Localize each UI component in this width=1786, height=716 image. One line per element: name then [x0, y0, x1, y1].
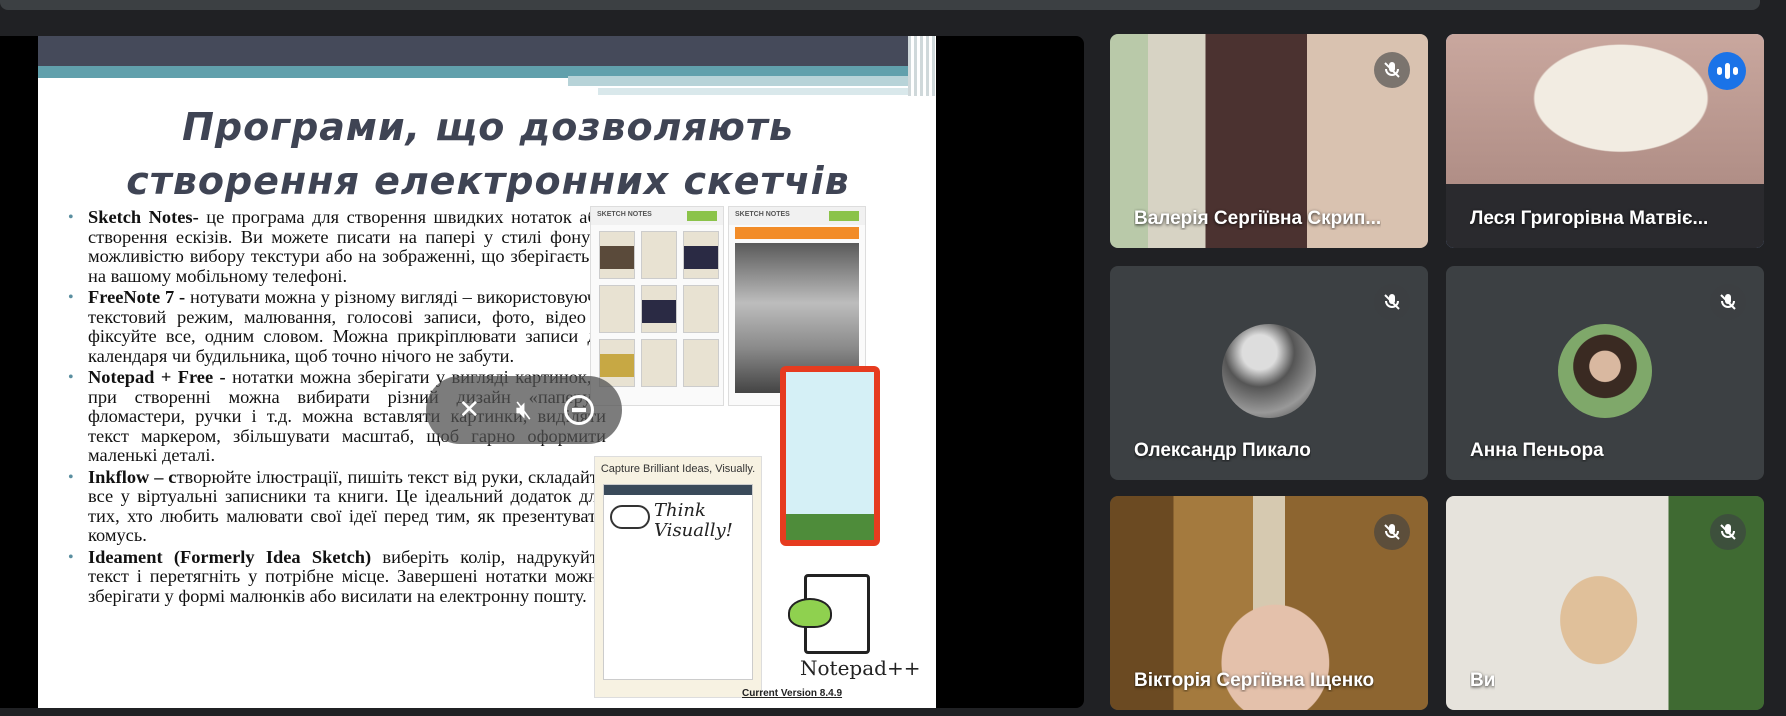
participant-tile[interactable]: Валерія Сергіївна Скрип...	[1110, 34, 1428, 248]
pin-off-icon[interactable]: ✕	[454, 395, 484, 425]
remove-icon[interactable]	[563, 395, 594, 425]
presentation-hover-controls: ✕ 🔇︎	[426, 376, 622, 444]
bullet-item: FreeNote 7 - нотувати можна у різному ви…	[66, 287, 606, 366]
note-thumbnail	[641, 231, 677, 279]
app-toolbar	[735, 227, 859, 239]
presentation-stage: Програми, що дозволяють створення електр…	[0, 36, 1084, 708]
slide-title-line: створення електронних скетчів	[126, 159, 850, 203]
participant-tile[interactable]: Олександр Пикало	[1110, 266, 1428, 480]
presentation-slide: Програми, що дозволяють створення електр…	[38, 36, 936, 708]
slide-header-band	[568, 76, 936, 86]
bullet-item: Sketch Notes- це програма для створення …	[66, 207, 606, 286]
think-visually-text: Think Visually!	[654, 500, 733, 541]
app-header: SKETCH NOTES	[591, 207, 723, 225]
avatar	[1558, 324, 1652, 418]
mute-speaker-icon[interactable]: 🔇︎	[509, 395, 539, 425]
participant-tile[interactable]: Анна Пеньора	[1446, 266, 1764, 480]
participant-name: Леся Григорівна Матвіє...	[1470, 208, 1709, 229]
sketchnotes-screenshot: SKETCH NOTES	[590, 206, 724, 406]
note-thumbnail	[599, 285, 635, 333]
inkflow-card: Capture Brilliant Ideas, Visually. Think…	[594, 456, 762, 698]
note-thumbnail	[683, 231, 719, 279]
participant-name: Ви	[1470, 670, 1496, 691]
app-header: SKETCH NOTES	[729, 207, 865, 225]
top-bar	[0, 0, 1760, 10]
notepad-logo-text: Notepad++	[800, 656, 921, 680]
participant-name: Валерія Сергіївна Скрип...	[1134, 208, 1382, 229]
slide-title: Програми, що дозволяють створення електр…	[78, 100, 898, 208]
bullet-item: Inkflow – cтворюйте ілюстрації, пишіть т…	[66, 466, 606, 546]
speaking-indicator-icon	[1708, 52, 1746, 90]
participant-tile[interactable]: Леся Григорівна Матвіє...	[1446, 34, 1764, 248]
notepad-plus-plus-logo: Notepad++	[786, 574, 920, 684]
slide-decoration	[908, 36, 936, 96]
participant-tile[interactable]: Ви	[1446, 496, 1764, 710]
mic-off-icon	[1374, 514, 1410, 550]
participant-name: Олександр Пикало	[1134, 440, 1311, 461]
note-thumbnail	[683, 339, 719, 387]
participant-name: Вікторія Сергіївна Іщенко	[1134, 670, 1375, 691]
chameleon-icon	[788, 598, 832, 628]
slide-title-line: Програми, що дозволяють	[182, 105, 794, 149]
mic-off-icon	[1374, 284, 1410, 320]
app-header-label: SKETCH NOTES	[735, 211, 790, 218]
mic-off-icon	[1710, 284, 1746, 320]
card-caption: Capture Brilliant Ideas, Visually.	[600, 463, 756, 475]
participant-name: Анна Пеньора	[1470, 440, 1604, 461]
version-label: Current Version 8.4.9	[742, 688, 843, 699]
cloud-icon	[610, 505, 650, 529]
avatar	[1222, 324, 1316, 418]
note-thumbnail	[641, 285, 677, 333]
bullet-app-name: Inkflow – c	[88, 466, 177, 487]
bullet-app-name: Ideament (Formerly Idea Sketch)	[88, 546, 372, 567]
mic-off-icon	[1710, 514, 1746, 550]
note-thumbnail	[641, 339, 677, 387]
app-header-label: SKETCH NOTES	[597, 211, 652, 218]
freenote-phone-screenshot	[780, 366, 880, 546]
note-thumbnail	[683, 285, 719, 333]
mic-off-icon	[1374, 52, 1410, 88]
slide-header-band	[38, 36, 936, 66]
slide-header-band	[598, 88, 936, 95]
note-thumbnail	[599, 231, 635, 279]
bullet-app-name: FreeNote 7 -	[88, 287, 186, 307]
participant-tile[interactable]: Вікторія Сергіївна Іщенко	[1110, 496, 1428, 710]
bullet-item: Ideament (Formerly Idea Sketch) виберіть…	[66, 546, 606, 607]
bullet-app-name: Sketch Notes-	[88, 207, 199, 227]
inkflow-screen: Think Visually!	[603, 484, 753, 680]
bullet-app-name: Notepad + Free -	[88, 367, 226, 387]
